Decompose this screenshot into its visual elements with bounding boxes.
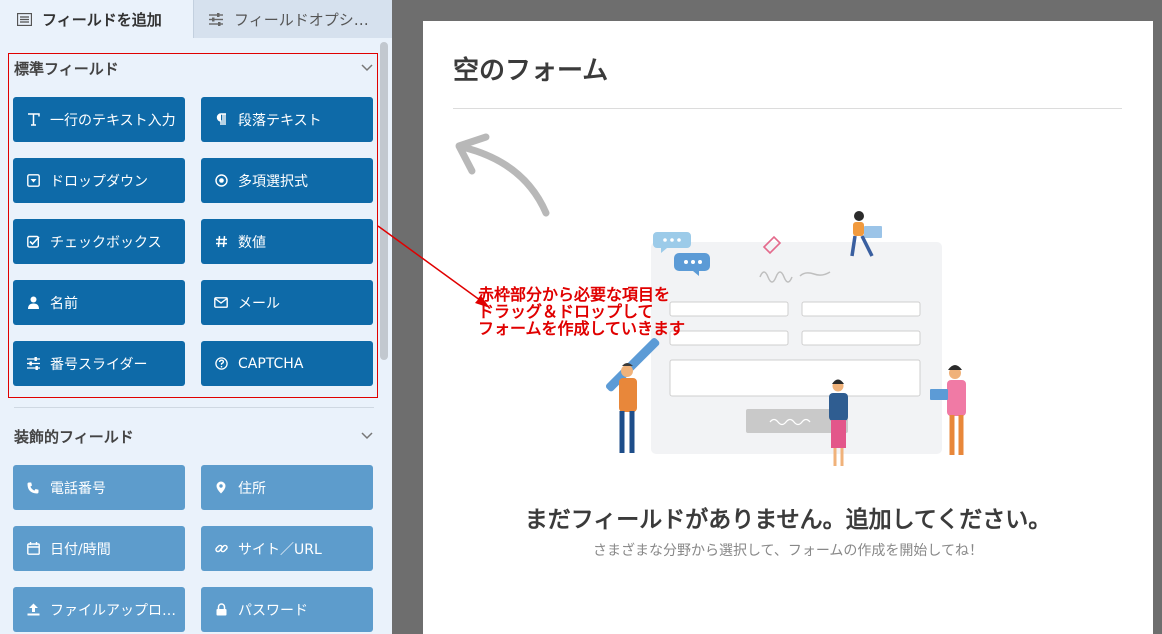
panel-tabs: フィールドを追加 フィールドオプシ… — [0, 0, 392, 38]
annotation-line: 赤枠部分から必要な項目を — [478, 285, 671, 304]
field-button-label: 電話番号 — [50, 480, 106, 497]
field-button-address[interactable]: 住所 — [201, 465, 373, 510]
tab-add-field-label: フィールドを追加 — [42, 10, 162, 29]
field-button-label: パスワード — [238, 602, 308, 619]
instruction-annotation: 赤枠部分から必要な項目を ドラッグ＆ドロップして フォームを作成していきます — [478, 286, 685, 337]
sliders-icon — [208, 11, 224, 27]
highlight-frame — [8, 53, 378, 398]
field-button-file-upload[interactable]: ファイルアップロ… — [13, 587, 185, 632]
field-button-phone[interactable]: 電話番号 — [13, 465, 185, 510]
link-icon — [214, 542, 228, 556]
upload-icon — [26, 603, 40, 617]
field-button-password[interactable]: パスワード — [201, 587, 373, 632]
tab-field-options[interactable]: フィールドオプシ… — [193, 0, 392, 38]
section-divider — [14, 407, 374, 408]
annotation-line: ドラッグ＆ドロップして — [478, 302, 654, 321]
empty-state-title: まだフィールドがありません。追加してください。 — [524, 507, 1052, 533]
annotation-line: フォームを作成していきます — [478, 319, 686, 338]
chevron-down-icon[interactable] — [360, 429, 374, 443]
form-title-divider — [453, 108, 1122, 109]
panel-scrollbar[interactable] — [380, 42, 388, 360]
calendar-icon — [26, 542, 40, 556]
field-button-label: 住所 — [238, 480, 266, 497]
field-button-date-time[interactable]: 日付/時間 — [13, 526, 185, 571]
phone-icon — [26, 481, 40, 495]
tab-add-field[interactable]: フィールドを追加 — [0, 0, 193, 38]
tab-field-options-label: フィールドオプシ… — [234, 10, 369, 29]
section-decorative-header[interactable]: 装飾的フィールド — [14, 424, 374, 448]
field-button-label: 日付/時間 — [50, 541, 111, 558]
section-decorative-title: 装飾的フィールド — [14, 427, 134, 446]
lock-icon — [214, 603, 228, 617]
list-icon — [16, 11, 32, 27]
field-button-label: ファイルアップロ… — [50, 602, 176, 619]
empty-state-subtitle: さまざまな分野から選択して、フォームの作成を開始してね！ — [592, 543, 984, 559]
field-button-label: サイト／URL — [238, 541, 322, 558]
field-button-website-url[interactable]: サイト／URL — [201, 526, 373, 571]
map-pin-icon — [214, 481, 228, 495]
form-title[interactable]: 空のフォーム — [453, 50, 608, 87]
